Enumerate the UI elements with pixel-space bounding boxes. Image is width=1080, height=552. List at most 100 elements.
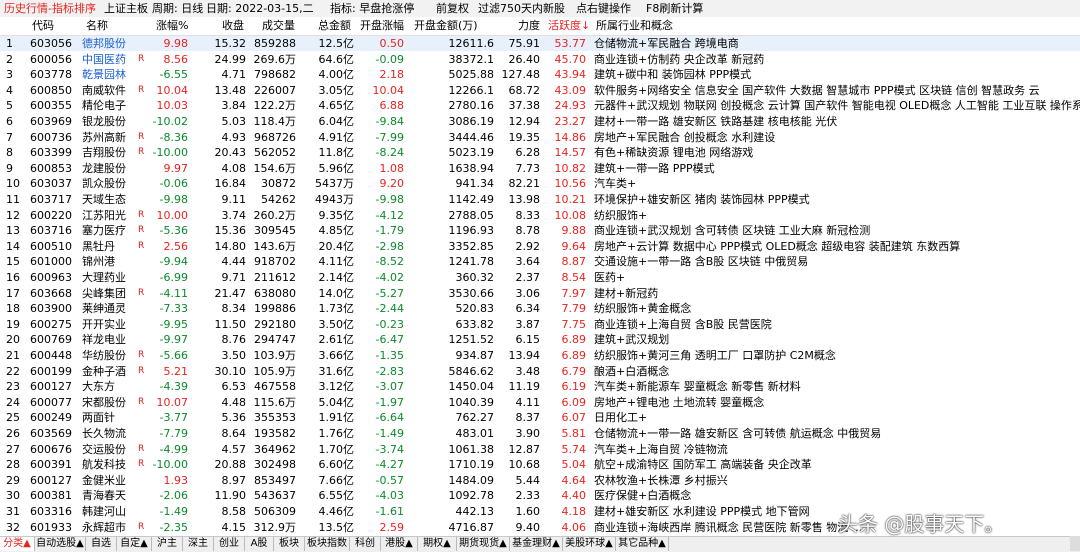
header-amount[interactable]: 总金额 bbox=[318, 19, 351, 33]
refresh-label[interactable]: F8刷新计算 bbox=[646, 2, 703, 15]
tab-3[interactable]: 自定▲ bbox=[117, 537, 152, 551]
tab-scroll-button[interactable] bbox=[1070, 536, 1080, 551]
table-row[interactable]: 28 600391 航发科技 R -10.00 20.88 302498 6.60亿 -4.27… bbox=[0, 457, 1080, 472]
active-score: 7.79 bbox=[561, 302, 587, 316]
industry-concepts: 农林牧渔+长株潭 乡村振兴 bbox=[594, 473, 728, 487]
open-pct: -3.74 bbox=[375, 442, 404, 456]
header-strength[interactable]: 力度 bbox=[518, 19, 540, 33]
stock-code: 603969 bbox=[30, 115, 72, 128]
active-score: 4.40 bbox=[561, 489, 587, 503]
table-row[interactable]: 17 603668 尖峰集团 R -4.11 21.47 638080 14.0亿 -5.27 3… bbox=[0, 286, 1080, 301]
date-label[interactable]: 日期: 2022-03-15,二 bbox=[206, 2, 314, 15]
tab-10[interactable]: 科创 bbox=[350, 537, 381, 551]
header-close[interactable]: 收盘 bbox=[222, 19, 244, 33]
indicator-label[interactable]: 指标: 早盘抢涨停 bbox=[330, 2, 414, 15]
table-row[interactable]: 1 603056 德邦股份 9.98 15.32 859288 12.5亿 0.50 12611… bbox=[0, 36, 1080, 51]
table-row[interactable]: 13 603716 塞力医疗 R -5.36 15.36 309545 4.85亿 -1.79 1… bbox=[0, 223, 1080, 238]
row-number: 6 bbox=[6, 115, 13, 128]
industry-concepts: 建材+新冠药 bbox=[594, 286, 659, 300]
header-open-amount[interactable]: 开盘金额(万) bbox=[414, 19, 478, 33]
tab-9[interactable]: 板块指数 bbox=[305, 537, 350, 551]
change-pct: -2.06 bbox=[159, 489, 188, 503]
industry-concepts: 汽车类+新能源车 婴童概念 新零售 新材料 bbox=[594, 380, 801, 394]
table-row[interactable]: 20 600769 祥龙电业 -9.97 8.76 294747 2.61亿 -6.47 125… bbox=[0, 332, 1080, 347]
tab-0[interactable]: 分类▲ bbox=[0, 537, 35, 551]
table-row[interactable]: 18 603900 莱绅通灵 -7.33 8.34 199886 1.73亿 -2.44 520… bbox=[0, 301, 1080, 316]
table-row[interactable]: 2 600056 中国医药 R 8.56 24.99 269.6万 64.6亿 -0.09 383… bbox=[0, 52, 1080, 67]
tab-8[interactable]: 板块 bbox=[274, 537, 305, 551]
tab-13[interactable]: 期货现货▲ bbox=[457, 537, 510, 551]
tab-4[interactable]: 沪主 bbox=[152, 537, 183, 551]
stock-name: 锦州港 bbox=[82, 255, 115, 269]
tab-16[interactable]: 其它品种▲ bbox=[616, 537, 669, 551]
open-pct: -2.83 bbox=[375, 364, 404, 378]
table-row[interactable]: 24 600077 宋都股份 R 10.07 4.48 115.6万 5.04亿 -1.97 10… bbox=[0, 395, 1080, 410]
open-pct: 2.59 bbox=[379, 520, 405, 534]
volume: 853497 bbox=[254, 473, 296, 487]
tab-11[interactable]: 港股▲ bbox=[381, 537, 418, 551]
table-row[interactable]: 22 600199 金种子酒 R 5.21 30.10 105.9万 31.6亿 -2.83 58… bbox=[0, 364, 1080, 379]
open-pct: -4.03 bbox=[375, 489, 404, 503]
market-label[interactable]: 上证主板 bbox=[104, 2, 148, 15]
open-amount: 1040.39 bbox=[448, 395, 495, 409]
tab-15[interactable]: 美股环球▲ bbox=[563, 537, 616, 551]
table-row[interactable]: 29 600127 金健米业 1.93 8.97 853497 7.66亿 -0.57 1484… bbox=[0, 473, 1080, 488]
adjust-label[interactable]: 前复权 bbox=[436, 2, 469, 15]
total-amount: 3.50亿 bbox=[318, 317, 355, 331]
filter-label[interactable]: 过滤750天内新股 bbox=[478, 2, 565, 15]
table-row[interactable]: 26 603569 长久物流 -7.79 8.64 193582 1.76亿 -1.49 483… bbox=[0, 426, 1080, 441]
active-score: 4.06 bbox=[561, 520, 587, 534]
stock-code: 600853 bbox=[30, 161, 72, 175]
row-number: 24 bbox=[6, 395, 20, 409]
volume: 211612 bbox=[254, 271, 296, 284]
tab-14[interactable]: 基金理财▲ bbox=[510, 537, 563, 551]
active-score: 43.94 bbox=[554, 68, 587, 82]
volume: 122.2万 bbox=[253, 99, 297, 113]
table-row[interactable]: 14 600510 黑牡丹 R 2.56 14.80 143.6万 20.4亿 -2.98 335… bbox=[0, 239, 1080, 254]
header-volume[interactable]: 成交量 bbox=[262, 19, 295, 33]
tab-1[interactable]: 自动选股▲ bbox=[35, 537, 86, 551]
period-label[interactable]: 周期: 日线 bbox=[152, 2, 203, 15]
industry-concepts: 商业连锁+仿制药 央企改革 新冠药 bbox=[594, 52, 765, 66]
tab-7[interactable]: A股 bbox=[245, 537, 274, 551]
table-row[interactable]: 7 600736 苏州高新 R -8.36 4.93 968726 4.91亿 -7.99 344… bbox=[0, 130, 1080, 145]
table-row[interactable]: 3 603778 乾景园林 -6.55 4.71 798682 4.00亿 2.18 5025.… bbox=[0, 67, 1080, 82]
volume: 364962 bbox=[254, 442, 296, 456]
table-row[interactable]: 6 603969 银龙股份 -10.02 5.03 118.4万 6.04亿 -9.84 308… bbox=[0, 114, 1080, 129]
table-row[interactable]: 21 600448 华纺股份 R -5.66 3.50 103.9万 3.66亿 -1.35 93… bbox=[0, 348, 1080, 363]
table-row[interactable]: 10 603037 凯众股份 -0.06 16.84 30872 5437万 9.20 941.… bbox=[0, 176, 1080, 191]
table-row[interactable]: 8 603399 吉翔股份 R -10.00 20.43 562052 11.8亿 -8.24 5… bbox=[0, 145, 1080, 160]
tab-6[interactable]: 创业 bbox=[214, 537, 245, 551]
header-active[interactable]: 活跃度↓ bbox=[548, 19, 590, 33]
table-row[interactable]: 27 600676 交运股份 R -4.99 4.57 364962 1.70亿 -3.74 10… bbox=[0, 442, 1080, 457]
stock-name: 德邦股份 bbox=[82, 37, 126, 50]
volume: 226007 bbox=[254, 83, 296, 97]
header-open-pct[interactable]: 开盘涨幅 bbox=[360, 19, 404, 33]
header-pct[interactable]: 涨幅% bbox=[156, 19, 188, 33]
header-industry[interactable]: 所属行业和概念 bbox=[596, 19, 673, 33]
table-row[interactable]: 5 600355 精伦电子 10.03 3.84 122.2万 4.65亿 6.88 2780.… bbox=[0, 98, 1080, 113]
open-amount: 1196.93 bbox=[448, 224, 495, 238]
strength: 19.35 bbox=[508, 130, 541, 144]
table-row[interactable]: 23 600127 大东方 -4.39 6.53 467558 3.12亿 -3.07 1450… bbox=[0, 379, 1080, 394]
tab-2[interactable]: 自选 bbox=[86, 537, 117, 551]
tab-12[interactable]: 期权▲ bbox=[418, 537, 457, 551]
tab-5[interactable]: 深主 bbox=[183, 537, 214, 551]
table-row[interactable]: 9 600853 龙建股份 9.97 4.08 154.6万 5.96亿 1.08 1638.9… bbox=[0, 161, 1080, 176]
change-pct: -7.79 bbox=[159, 427, 188, 440]
table-row[interactable]: 16 600963 大理药业 -6.99 9.71 211612 2.14亿 -4.02 360… bbox=[0, 270, 1080, 285]
table-row[interactable]: 30 600381 青海春天 -2.06 11.90 543637 6.55亿 -4.03 10… bbox=[0, 488, 1080, 503]
industry-concepts: 纺织服饰+ bbox=[594, 208, 648, 222]
header-name[interactable]: 名称 bbox=[86, 19, 108, 33]
open-pct: -8.24 bbox=[375, 146, 404, 160]
table-row[interactable]: 15 601000 锦州港 -9.94 4.44 918702 4.11亿 -8.52 1241… bbox=[0, 254, 1080, 269]
table-row[interactable]: 12 600220 江苏阳光 R 10.00 3.74 260.2万 9.35亿 -4.12 27… bbox=[0, 208, 1080, 223]
stock-code: 601000 bbox=[30, 255, 72, 269]
industry-concepts: 仓储物流+一带一路 雄安新区 含可转债 航运概念 中俄贸易 bbox=[594, 427, 882, 440]
table-row[interactable]: 19 600275 开开实业 -9.95 11.50 292180 3.50亿 -0.23 63… bbox=[0, 317, 1080, 332]
header-code[interactable]: 代码 bbox=[32, 19, 54, 33]
table-row[interactable]: 11 603717 天域生态 -9.98 9.11 54262 4943万 -9.98 1142… bbox=[0, 192, 1080, 207]
table-row[interactable]: 4 600850 南威软件 R 10.04 13.48 226007 3.05亿 10.04 12… bbox=[0, 83, 1080, 98]
stock-code: 600391 bbox=[30, 458, 72, 472]
table-row[interactable]: 25 600249 两面针 -3.77 5.36 355353 1.91亿 -6.64 762.… bbox=[0, 410, 1080, 425]
